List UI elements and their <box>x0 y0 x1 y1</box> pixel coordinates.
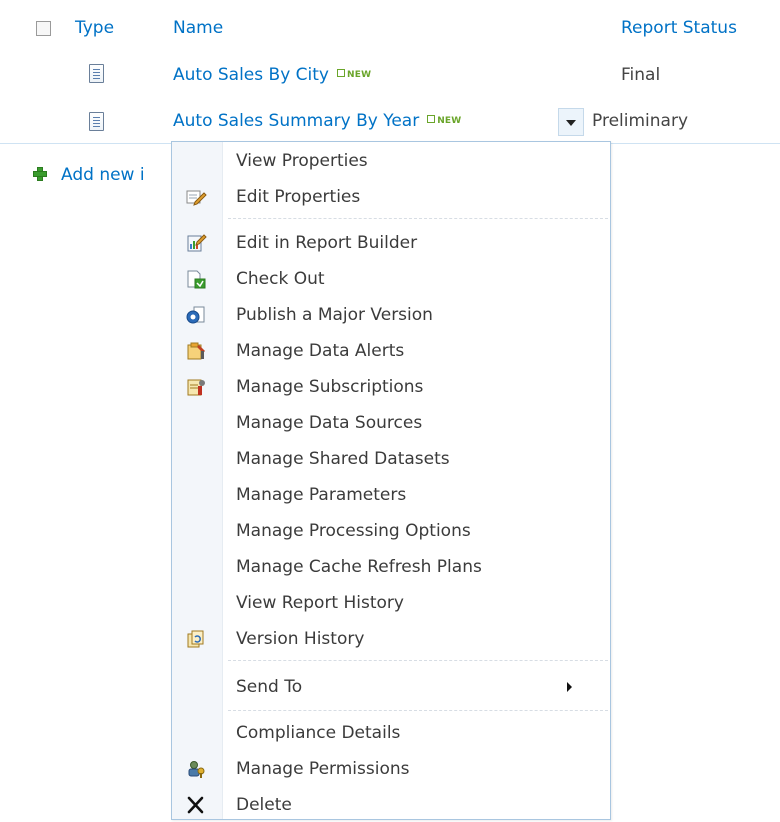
column-header-report-status[interactable]: Report Status <box>621 18 737 38</box>
menu-separator <box>228 710 608 711</box>
menu-item-manage-permissions[interactable]: Manage Permissions <box>172 754 610 784</box>
permissions-icon <box>188 761 205 778</box>
report-name-link[interactable]: Auto Sales Summary By Year <box>173 111 419 131</box>
menu-item-compliance-details[interactable]: Compliance Details <box>172 718 610 748</box>
data-alerts-icon <box>187 342 205 360</box>
delete-icon <box>187 796 204 814</box>
report-builder-icon <box>187 234 207 252</box>
report-status-cell: Final <box>621 65 661 85</box>
menu-separator <box>228 218 608 219</box>
menu-item-send-to[interactable]: Send To <box>172 672 610 702</box>
menu-item-edit-in-report-builder[interactable]: Edit in Report Builder <box>172 228 610 258</box>
table-row: Auto Sales By City NEW <box>173 65 371 85</box>
menu-separator <box>228 660 608 661</box>
menu-item-manage-processing-options[interactable]: Manage Processing Options <box>172 516 610 546</box>
menu-item-manage-subscriptions[interactable]: Manage Subscriptions <box>172 372 610 402</box>
submenu-arrow-icon <box>567 682 572 692</box>
menu-item-manage-shared-datasets[interactable]: Manage Shared Datasets <box>172 444 610 474</box>
new-badge: NEW <box>427 115 461 126</box>
edit-properties-icon <box>186 190 207 206</box>
report-document-icon <box>89 64 104 83</box>
table-row: Auto Sales Summary By Year NEW <box>173 111 461 131</box>
menu-item-check-out[interactable]: Check Out <box>172 264 610 294</box>
check-out-icon <box>187 270 206 289</box>
chevron-down-icon <box>566 120 576 126</box>
menu-item-manage-cache-refresh-plans[interactable]: Manage Cache Refresh Plans <box>172 552 610 582</box>
menu-item-view-properties[interactable]: View Properties <box>172 146 610 176</box>
item-menu-dropdown-button[interactable] <box>558 108 584 136</box>
menu-item-manage-parameters[interactable]: Manage Parameters <box>172 480 610 510</box>
column-header-name[interactable]: Name <box>173 18 223 38</box>
menu-item-manage-data-sources[interactable]: Manage Data Sources <box>172 408 610 438</box>
add-plus-icon <box>33 167 47 181</box>
add-new-item-link[interactable]: Add new i <box>61 165 145 185</box>
report-name-link[interactable]: Auto Sales By City <box>173 65 329 85</box>
menu-item-delete[interactable]: Delete <box>172 790 610 820</box>
menu-item-manage-data-alerts[interactable]: Manage Data Alerts <box>172 336 610 366</box>
subscriptions-icon <box>187 379 205 396</box>
column-header-type[interactable]: Type <box>75 18 114 38</box>
item-context-menu: View Properties Edit Properties Edit in … <box>171 141 611 820</box>
version-history-icon <box>187 630 204 648</box>
select-all-checkbox[interactable] <box>36 21 51 36</box>
menu-item-view-report-history[interactable]: View Report History <box>172 588 610 618</box>
report-status-cell: Preliminary <box>592 111 688 131</box>
menu-item-edit-properties[interactable]: Edit Properties <box>172 182 610 212</box>
menu-item-publish-major-version[interactable]: Publish a Major Version <box>172 300 610 330</box>
publish-icon <box>186 306 205 324</box>
report-document-icon <box>89 112 104 131</box>
new-badge: NEW <box>336 69 371 80</box>
menu-item-version-history[interactable]: Version History <box>172 624 610 654</box>
